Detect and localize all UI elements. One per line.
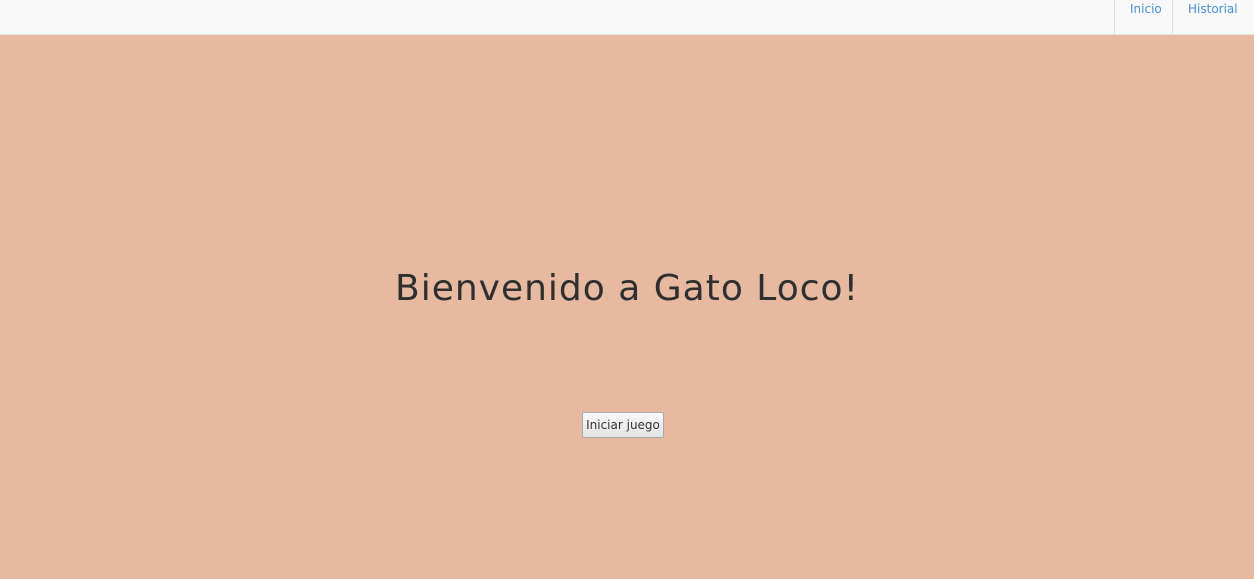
nav-link-historial[interactable]: Historial [1172, 0, 1254, 35]
start-game-button[interactable]: Iniciar juego [582, 412, 664, 438]
nav-menu: Inicio Historial [1114, 0, 1254, 35]
nav-link-inicio[interactable]: Inicio [1114, 0, 1172, 35]
welcome-title: Bienvenido a Gato Loco! [395, 268, 859, 310]
top-navbar: Inicio Historial [0, 0, 1254, 35]
